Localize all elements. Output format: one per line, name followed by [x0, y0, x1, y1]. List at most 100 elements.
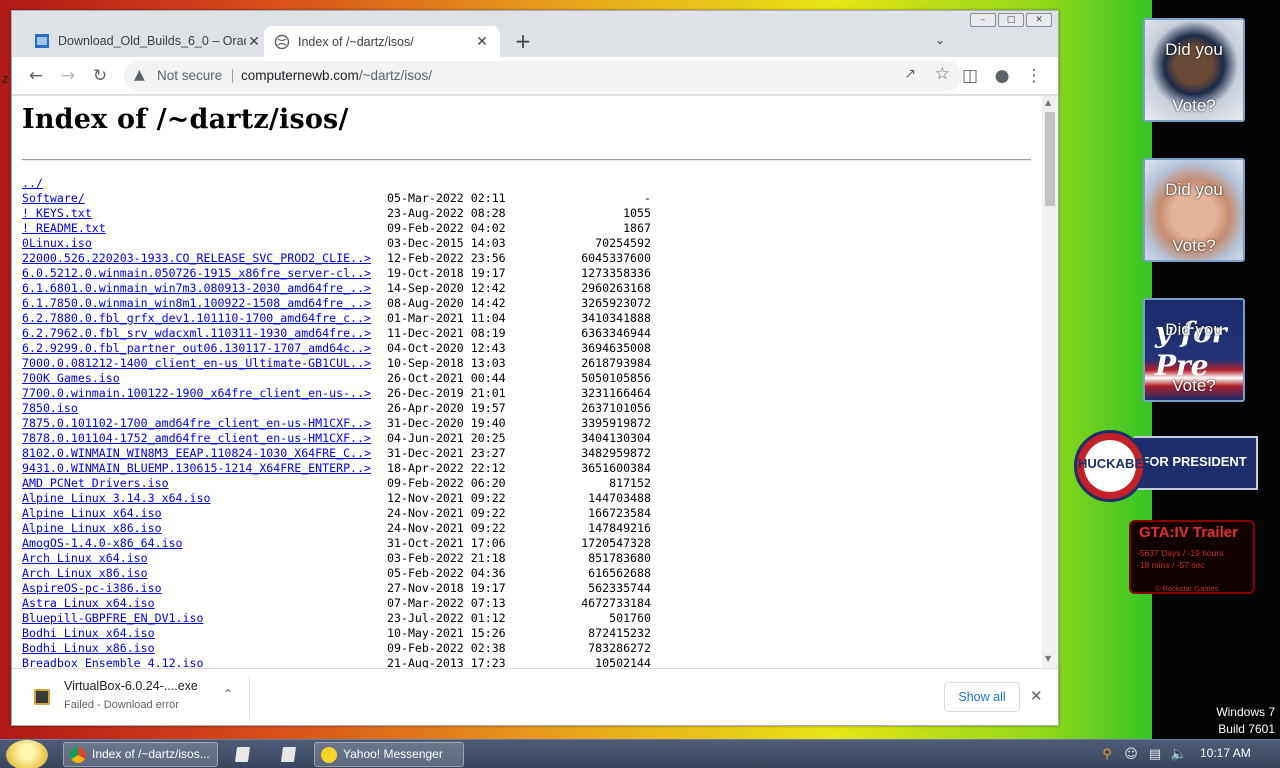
- messenger-tray-icon[interactable]: ☺: [1122, 746, 1140, 764]
- taskbar-chrome-button[interactable]: Index of /~dartz/isos...: [63, 742, 218, 767]
- file-size: 817152: [609, 476, 651, 490]
- not-secure-label[interactable]: Not secure: [157, 68, 222, 83]
- profile-avatar-icon[interactable]: ●: [990, 65, 1014, 87]
- file-link[interactable]: 7700.0.winmain.100122-1900_x64fre_client…: [22, 386, 371, 401]
- file-link[interactable]: 0Linux.iso: [22, 236, 92, 251]
- file-link[interactable]: 22000.526.220203-1933.CO_RELEASE_SVC_PRO…: [22, 251, 371, 266]
- file-link[interactable]: AMD PCNet Drivers.iso: [22, 476, 169, 491]
- file-link[interactable]: Arch Linux x86.iso: [22, 566, 148, 581]
- gta-title: GTA:IV Trailer: [1139, 524, 1238, 541]
- file-date: 31-Dec-2020 19:40: [387, 416, 506, 430]
- taskbar-document-button-1[interactable]: [232, 742, 254, 767]
- tab-search-chevron-icon[interactable]: ⌄: [930, 33, 950, 51]
- file-link[interactable]: AmogOS-1.4.0-x86_64.iso: [22, 536, 183, 551]
- file-link[interactable]: Astra Linux x64.iso: [22, 596, 155, 611]
- file-date: 14-Sep-2020 12:42: [387, 281, 506, 295]
- side-panel-icon[interactable]: ◫: [958, 65, 982, 87]
- file-size: 1273358336: [581, 266, 651, 280]
- file-date: 18-Apr-2022 22:12: [387, 461, 506, 475]
- exe-file-icon: [34, 689, 50, 705]
- file-link[interactable]: Arch Linux x64.iso: [22, 551, 148, 566]
- huckabee-gadget[interactable]: FOR PRESIDENT HUCKABEE: [1074, 430, 1258, 502]
- network-tray-icon[interactable]: ▤: [1146, 746, 1164, 764]
- start-button[interactable]: [6, 740, 48, 768]
- page-scrollbar[interactable]: ▲ ▼: [1042, 96, 1058, 668]
- tab-title: Index of /~dartz/isos/: [298, 34, 414, 49]
- file-size: 5050105856: [581, 371, 651, 385]
- forward-arrow-icon[interactable]: →: [56, 65, 80, 87]
- file-link[interactable]: 7875.0.101102-1700_amd64fre_client_en-us…: [22, 416, 371, 431]
- file-link[interactable]: 6.0.5212.0.winmain.050726-1915_x86fre_se…: [22, 266, 371, 281]
- file-link[interactable]: 7878.0.101104-1752_amd64fre_client_en-us…: [22, 431, 371, 446]
- file-size: 3231166464: [581, 386, 651, 400]
- download-file-name: VirtualBox-6.0.24-....exe: [64, 679, 198, 693]
- file-size: 1867: [623, 221, 651, 235]
- file-date: 03-Dec-2015 14:03: [387, 236, 506, 250]
- file-link[interactable]: ! README.txt: [22, 221, 106, 236]
- file-link[interactable]: 7850.iso: [22, 401, 78, 416]
- gta-credit: © Rockstar Games: [1155, 584, 1219, 593]
- tab-index-of-isos[interactable]: Index of /~dartz/isos/ ✕: [264, 26, 500, 57]
- file-link[interactable]: Bluepill-GBPFRE_EN_DV1.iso: [22, 611, 203, 626]
- file-link[interactable]: Alpine Linux x64.iso: [22, 506, 162, 521]
- file-link[interactable]: ! KEYS.txt: [22, 206, 92, 221]
- file-date: 04-Jun-2021 20:25: [387, 431, 506, 445]
- taskbar-document-button-2[interactable]: [278, 742, 300, 767]
- scroll-up-arrow-icon[interactable]: ▲: [1045, 98, 1051, 107]
- file-link[interactable]: 7000.0.081212-1400_client_en-us_Ultimate…: [22, 356, 371, 371]
- download-item[interactable]: VirtualBox-6.0.24-....exe Failed - Downl…: [20, 677, 250, 719]
- file-link[interactable]: ../: [22, 176, 43, 191]
- chevron-up-icon[interactable]: ⌃: [223, 687, 233, 701]
- file-link[interactable]: 700K Games.iso: [22, 371, 120, 386]
- file-size: 144703488: [588, 491, 651, 505]
- taskbar-yahoo-label: Yahoo! Messenger: [343, 747, 443, 761]
- file-link[interactable]: Bodhi Linux x64.iso: [22, 626, 155, 641]
- file-size: 1055: [623, 206, 651, 220]
- vote-gadget-1[interactable]: Did you Vote?: [1143, 18, 1245, 122]
- close-tab-icon[interactable]: ✕: [474, 33, 490, 50]
- file-link[interactable]: Alpine Linux 3.14.3 x64.iso: [22, 491, 210, 506]
- file-size: 562335744: [588, 581, 651, 595]
- share-icon[interactable]: ↗: [904, 66, 916, 82]
- file-link[interactable]: Breadbox Ensemble 4.12.iso: [22, 656, 203, 668]
- file-link[interactable]: Alpine Linux x86.iso: [22, 521, 162, 536]
- address-bar[interactable]: ▲ Not secure computernewb.com/~dartz/iso…: [124, 61, 962, 91]
- file-date: 10-May-2021 15:26: [387, 626, 506, 640]
- file-date: 26-Oct-2021 00:44: [387, 371, 506, 385]
- file-link[interactable]: 6.2.9299.0.fbl_partner_out06.130117-1707…: [22, 341, 371, 356]
- back-arrow-icon[interactable]: ←: [24, 65, 48, 87]
- file-date: 31-Dec-2021 23:27: [387, 446, 506, 460]
- bookmark-star-icon[interactable]: ☆: [935, 64, 950, 84]
- close-tab-icon[interactable]: ✕: [246, 33, 262, 50]
- volume-tray-icon[interactable]: 🔈: [1170, 746, 1188, 764]
- scrollbar-thumb[interactable]: [1045, 112, 1055, 206]
- search-tray-icon[interactable]: ⚲: [1098, 746, 1116, 764]
- file-link[interactable]: Bodhi Linux x86.iso: [22, 641, 155, 656]
- file-size: 501760: [609, 611, 651, 625]
- taskbar-yahoo-messenger-button[interactable]: Yahoo! Messenger: [314, 742, 464, 767]
- show-all-button[interactable]: Show all: [944, 682, 1020, 712]
- gta-countdown-gadget[interactable]: GTA:IV Trailer -5637 Days / -19 hours -1…: [1129, 520, 1255, 594]
- file-size: 2637101056: [581, 401, 651, 415]
- url-text[interactable]: computernewb.com/~dartz/isos/: [241, 68, 432, 83]
- scroll-down-arrow-icon[interactable]: ▼: [1045, 654, 1051, 663]
- kebab-menu-icon[interactable]: ⋮: [1022, 65, 1046, 87]
- file-link[interactable]: 8102.0.WINMAIN_WIN8M3_EEAP.110824-1030_X…: [22, 446, 371, 461]
- new-tab-button[interactable]: +: [512, 31, 534, 53]
- file-link[interactable]: 6.1.6801.0.winmain_win7m3.080913-2030_am…: [22, 281, 371, 296]
- file-link[interactable]: Software/: [22, 191, 85, 206]
- vote-gadget-2[interactable]: Did you Vote?: [1143, 158, 1245, 262]
- file-link[interactable]: 6.2.7880.0.fbl_grfx_dev1.101110-1700_amd…: [22, 311, 371, 326]
- file-link[interactable]: 6.2.7962.0.fbl_srv_wdacxml.110311-1930_a…: [22, 326, 371, 341]
- warning-triangle-icon[interactable]: ▲: [134, 67, 145, 83]
- taskbar-clock[interactable]: 10:17 AM: [1200, 746, 1251, 760]
- file-link[interactable]: 6.1.7850.0.winmain_win8m1.100922-1508_am…: [22, 296, 371, 311]
- close-download-shelf-icon[interactable]: ✕: [1030, 687, 1043, 705]
- vote-gadget-3[interactable]: y for Pre Did you Vote?: [1143, 298, 1245, 402]
- file-date: 09-Feb-2022 04:02: [387, 221, 506, 235]
- url-host: computernewb.com: [241, 68, 359, 83]
- tab-download-old-builds[interactable]: Download_Old_Builds_6_0 – Orac ✕: [24, 26, 272, 56]
- file-link[interactable]: AspireOS-pc-i386.iso: [22, 581, 162, 596]
- reload-icon[interactable]: ↻: [88, 65, 112, 87]
- file-link[interactable]: 9431.0.WINMAIN_BLUEMP.130615-1214_X64FRE…: [22, 461, 371, 476]
